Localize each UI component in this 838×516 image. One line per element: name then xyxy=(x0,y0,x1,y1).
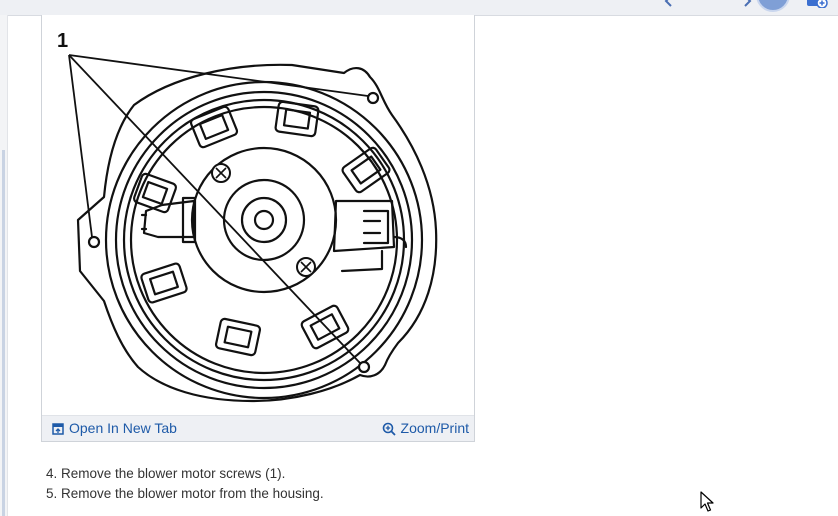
browser-window: 1 Open In New Tab Zoom/Print 4. Remove t… xyxy=(0,0,838,516)
procedure-steps: 4. Remove the blower motor screws (1). 5… xyxy=(46,464,806,504)
profile-card-icon[interactable] xyxy=(806,0,828,9)
open-in-new-tab-link[interactable]: Open In New Tab xyxy=(52,420,177,437)
outer-rim xyxy=(104,80,424,400)
vent-2 xyxy=(274,100,320,138)
zoom-print-label: Zoom/Print xyxy=(400,420,469,436)
step-5: 5. Remove the blower motor from the hous… xyxy=(46,486,324,501)
vent-5 xyxy=(140,262,188,304)
step-4: 4. Remove the blower motor screws (1). xyxy=(46,466,286,481)
rim-ring-3 xyxy=(129,105,399,375)
figure-card: 1 Open In New Tab Zoom/Print xyxy=(41,15,475,442)
forward-chevron-icon[interactable] xyxy=(740,0,754,8)
vent-6 xyxy=(214,317,262,357)
left-scroll-edge xyxy=(0,15,8,516)
figure-footer: Open In New Tab Zoom/Print xyxy=(42,415,474,441)
motor-hub-mid xyxy=(240,196,288,244)
open-in-new-tab-label: Open In New Tab xyxy=(69,420,177,436)
magnifier-plus-icon xyxy=(382,422,396,436)
back-chevron-icon[interactable] xyxy=(662,0,676,8)
open-new-tab-icon xyxy=(52,422,64,435)
mouse-pointer-icon xyxy=(700,491,714,512)
avatar[interactable] xyxy=(756,0,790,12)
browser-toolbar xyxy=(0,0,838,16)
blower-motor-diagram: 1 xyxy=(57,30,438,403)
rim-ring-2 xyxy=(122,98,406,382)
left-edge-strip xyxy=(2,150,5,516)
rim-ring-1 xyxy=(114,90,414,390)
zoom-print-link[interactable]: Zoom/Print xyxy=(382,420,469,437)
callout-leaders xyxy=(68,54,369,364)
motor-hub-outer xyxy=(222,178,306,262)
callout-label: 1 xyxy=(57,30,68,52)
motor-shaft xyxy=(253,209,275,231)
